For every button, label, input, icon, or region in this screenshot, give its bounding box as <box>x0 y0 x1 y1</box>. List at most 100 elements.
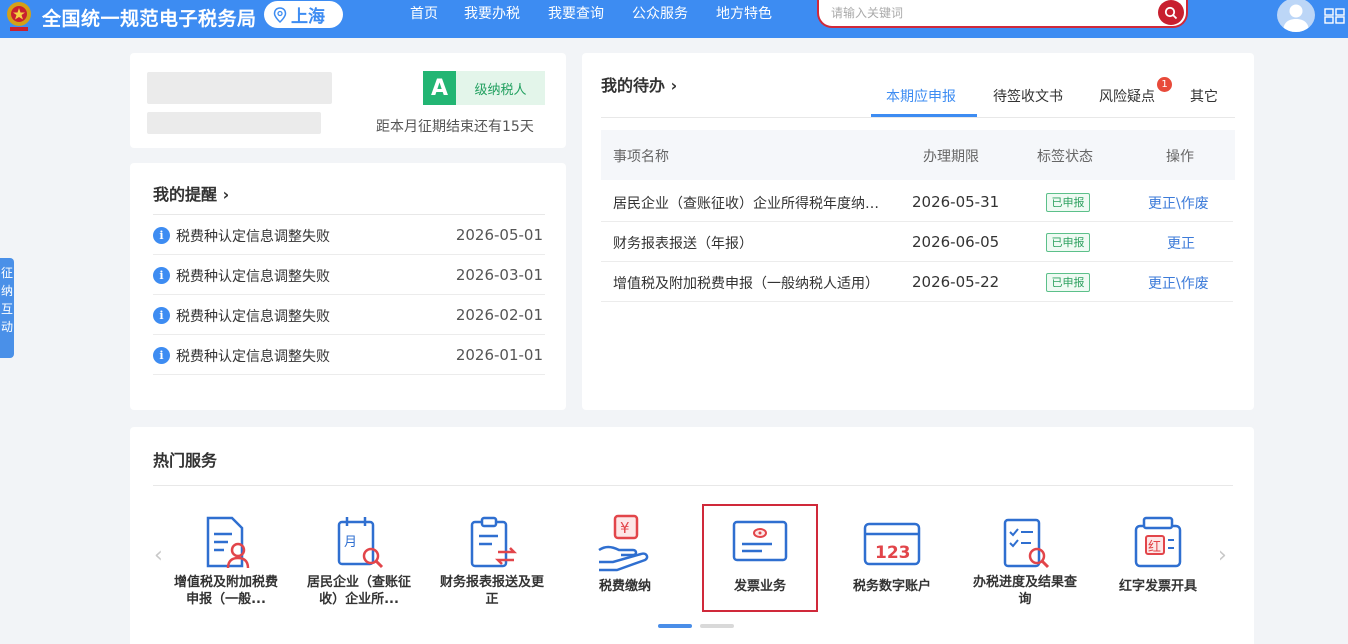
service-label: 红字发票开具 <box>1118 579 1197 594</box>
todo-item-name[interactable]: 居民企业（查账征收）企业所得税年度纳税申报 <box>613 193 889 213</box>
active-tab-indicator <box>871 114 977 117</box>
digital-account-icon: 123 <box>863 522 921 566</box>
tab-pending-documents[interactable]: 待签收文书 <box>993 86 1063 106</box>
tab-risk-items[interactable]: 风险疑点 <box>1099 86 1155 106</box>
reminder-text: 税费种认定信息调整失败 <box>176 269 330 285</box>
carousel-prev-icon[interactable]: ‹ <box>154 543 163 568</box>
search-button[interactable] <box>1158 0 1184 25</box>
info-icon: i <box>153 347 170 364</box>
reminder-item[interactable]: i 税费种认定信息调整失败 2026-05-01 <box>153 215 545 255</box>
risk-count-badge: 1 <box>1157 77 1172 92</box>
filing-period-countdown: 距本月征期结束还有15天 <box>376 119 534 135</box>
svg-text:月: 月 <box>344 535 357 550</box>
reminders-title[interactable]: 我的提醒 › <box>153 181 229 205</box>
carousel-dot[interactable] <box>700 624 734 628</box>
svg-text:123: 123 <box>875 543 911 563</box>
user-icon <box>1283 4 1309 32</box>
search-input[interactable] <box>831 4 1151 22</box>
location-selector[interactable]: 上海 <box>264 1 343 28</box>
site-title[interactable]: 全国统一规范电子税务局 <box>42 4 257 31</box>
search-icon <box>1164 6 1178 19</box>
service-red-invoice[interactable]: 红 红字发票开具 <box>1102 504 1214 612</box>
service-financial-report[interactable]: 财务报表报送及更正 <box>436 504 548 612</box>
progress-search-icon <box>1003 518 1050 569</box>
table-row[interactable]: 居民企业（查账征收）企业所得税年度纳税申报 2026-05-31 已申报 更正\… <box>601 182 1233 222</box>
reminder-item[interactable]: i 税费种认定信息调整失败 2026-03-01 <box>153 255 545 295</box>
nav-handle-tax[interactable]: 我要办税 <box>464 3 520 23</box>
hot-services-card <box>130 427 1254 644</box>
reminder-date: 2026-03-01 <box>455 266 543 284</box>
report-exchange-icon <box>470 516 518 568</box>
correct-void-link[interactable]: 更正\作废 <box>1148 273 1209 293</box>
reminder-date: 2026-05-01 <box>455 226 543 244</box>
table-row[interactable]: 财务报表报送（年报） 2026-06-05 已申报 更正 <box>601 222 1233 262</box>
carousel-dot-active[interactable] <box>658 624 692 628</box>
svg-text:红: 红 <box>1148 539 1161 555</box>
reminder-text: 税费种认定信息调整失败 <box>176 309 330 325</box>
status-badge: 已申报 <box>1046 193 1090 212</box>
company-name-redacted <box>147 72 332 104</box>
service-label: 居民企业（查账征收）企业所... <box>306 575 411 607</box>
service-vat-declaration[interactable]: 增值税及附加税费申报（一般... <box>170 504 282 612</box>
todo-item-deadline: 2026-05-31 <box>912 193 1000 211</box>
credit-rating-grade: A <box>423 71 456 105</box>
column-header-deadline: 办理期限 <box>923 149 979 165</box>
location-label: 上海 <box>291 7 325 27</box>
carousel-next-icon[interactable]: › <box>1218 543 1227 568</box>
todo-item-deadline: 2026-05-22 <box>912 273 1000 291</box>
service-digital-account[interactable]: 123 税务数字账户 <box>836 504 948 612</box>
invoice-icon <box>732 520 788 562</box>
tax-emblem-logo[interactable] <box>4 0 34 34</box>
reminder-text: 税费种认定信息调整失败 <box>176 229 330 245</box>
apps-menu-icon[interactable] <box>1324 8 1346 24</box>
calendar-search-icon: 月 <box>337 517 384 569</box>
vat-declaration-icon <box>206 516 250 569</box>
correct-void-link[interactable]: 更正\作废 <box>1148 193 1209 213</box>
reminder-item[interactable]: i 税费种认定信息调整失败 2026-02-01 <box>153 295 545 335</box>
hot-services-title: 热门服务 <box>153 451 218 470</box>
nav-public-service[interactable]: 公众服务 <box>632 3 688 23</box>
todo-item-deadline: 2026-06-05 <box>912 233 1000 251</box>
nav-local-features[interactable]: 地方特色 <box>716 3 772 23</box>
search-bar <box>817 0 1188 28</box>
reminder-item[interactable]: i 税费种认定信息调整失败 2026-01-01 <box>153 335 545 375</box>
red-invoice-icon: 红 <box>1134 516 1182 568</box>
service-label: 增值税及附加税费申报（一般... <box>173 575 278 607</box>
todo-title[interactable]: 我的待办 › <box>601 72 677 96</box>
column-header-name: 事项名称 <box>613 149 669 165</box>
reminder-date: 2026-01-01 <box>455 346 543 364</box>
table-row[interactable]: 增值税及附加税费申报（一般纳税人适用） 2026-05-22 已申报 更正\作废 <box>601 262 1233 302</box>
svg-text:¥: ¥ <box>620 519 630 537</box>
service-invoice[interactable]: 发票业务 <box>702 504 818 612</box>
location-pin-icon <box>273 6 287 23</box>
nav-query[interactable]: 我要查询 <box>548 3 604 23</box>
tabs-divider <box>601 117 1235 118</box>
service-label: 财务报表报送及更正 <box>439 575 544 607</box>
correct-link[interactable]: 更正 <box>1167 233 1195 253</box>
nav-home[interactable]: 首页 <box>410 3 438 23</box>
todo-item-name[interactable]: 财务报表报送（年报） <box>613 233 889 253</box>
info-icon: i <box>153 267 170 284</box>
todo-item-name[interactable]: 增值税及附加税费申报（一般纳税人适用） <box>613 273 889 293</box>
service-enterprise-income-tax[interactable]: 月 居民企业（查账征收）企业所... <box>303 504 415 612</box>
info-icon: i <box>153 307 170 324</box>
service-tax-payment[interactable]: ¥ 税费缴纳 <box>569 504 681 612</box>
service-label: 发票业务 <box>733 579 786 594</box>
info-icon: i <box>153 227 170 244</box>
credit-rating-label: 级纳税人 <box>456 71 545 105</box>
tab-current-declaration[interactable]: 本期应申报 <box>886 86 956 106</box>
tax-id-redacted <box>147 112 321 134</box>
status-badge: 已申报 <box>1046 273 1090 292</box>
service-label: 税务数字账户 <box>852 579 931 594</box>
reminder-date: 2026-02-01 <box>455 306 543 324</box>
service-progress-query[interactable]: 办税进度及结果查询 <box>969 504 1081 612</box>
reminder-text: 税费种认定信息调整失败 <box>176 349 330 365</box>
interaction-float-tab[interactable]: 征纳互动 <box>0 258 14 358</box>
user-avatar[interactable] <box>1277 0 1315 32</box>
service-label: 税费缴纳 <box>598 579 651 594</box>
payment-hand-icon: ¥ <box>598 514 649 572</box>
top-header: 全国统一规范电子税务局 上海 首页 我要办税 我要查询 公众服务 地方特色 <box>0 0 1348 38</box>
column-header-status: 标签状态 <box>1037 149 1093 165</box>
service-label: 办税进度及结果查询 <box>972 575 1077 607</box>
tab-other[interactable]: 其它 <box>1190 86 1218 106</box>
